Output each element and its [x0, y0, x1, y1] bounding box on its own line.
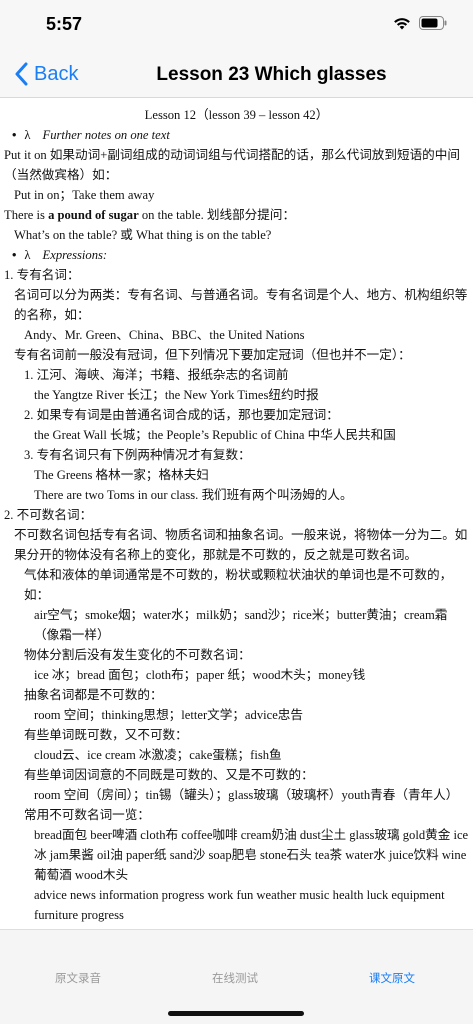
- example-line: The Greens 格林一家；格林夫妇: [34, 468, 209, 482]
- section-title: 1. 专有名词：: [4, 268, 80, 282]
- bullet-expressions: • λ Expressions:: [4, 245, 469, 265]
- example-line: Andy、Mr. Green、China、BBC、the United Nati…: [24, 328, 305, 342]
- bullet-title: Further notes on one text: [42, 128, 170, 142]
- paragraph: Put it on 如果动词+副词组成的动词词组与代词搭配的话，那么代词放到短语…: [4, 148, 460, 182]
- example-line: room 空间（房间）；tin锡（罐头）；glass玻璃（玻璃杯）youth青春…: [34, 788, 459, 802]
- example-line: bread面包 beer啤酒 cloth布 coffee咖啡 cream奶油 d…: [34, 828, 469, 882]
- tab-audio[interactable]: 原文录音: [55, 970, 101, 986]
- paragraph: 不可数名词包括专有名词、物质名词和抽象名词。一般来说，将物体一分为二。如果分开的…: [14, 528, 468, 562]
- page-title: Lesson 23 Which glasses: [156, 64, 387, 85]
- bold-text: a pound of sugar: [48, 208, 139, 222]
- bullet-dot-icon: •: [12, 128, 17, 142]
- example-line: air空气；smoke烟；water水；milk奶；sand沙；rice米；bu…: [34, 608, 448, 642]
- lesson-text: Lesson 12（lesson 39 – lesson 42） • λ Furth…: [0, 99, 473, 929]
- example-line: Put in on；Take them away: [14, 188, 155, 202]
- tab-bar: 原文录音 在线测试 课文原文: [0, 929, 473, 1024]
- status-time: 5:57: [46, 14, 83, 34]
- paragraph: 有些单词因词意的不同既是可数的、又是不可数的：: [24, 768, 314, 782]
- bullet-marker: λ: [24, 248, 31, 262]
- text-segment: There is: [4, 208, 49, 222]
- example-line: the Great Wall 长城；the People’s Republic …: [34, 428, 396, 442]
- example-line: cloud云、ice cream 冰激凌；cake蛋糕；fish鱼: [34, 748, 282, 762]
- paragraph: 专有名词前一般没有冠词，但下列情况下要加定冠词（但也并不一定）：: [14, 348, 411, 362]
- text-segment: on the table. 划线部分提问：: [138, 208, 296, 222]
- example-line: What’s on the table? 或 What thing is on …: [14, 228, 272, 242]
- bullet-title: Expressions:: [42, 248, 108, 262]
- battery-icon: [419, 16, 447, 30]
- list-item: 1. 江河、海峡、海洋；书籍、报纸杂志的名词前: [24, 368, 289, 382]
- navigation-bar: Back Lesson 23 Which glasses: [0, 52, 473, 98]
- paragraph: 抽象名词都是不可数的：: [24, 688, 163, 702]
- paragraph: 有些单词既可数，又不可数：: [24, 728, 188, 742]
- list-item: 2. 如果专有词是由普通名词合成的话，那也要加定冠词：: [24, 408, 339, 422]
- wifi-icon: [393, 16, 411, 30]
- example-line: room 空间；thinking思想；letter文学；advice忠告: [34, 708, 303, 722]
- tab-online-test[interactable]: 在线测试: [212, 970, 258, 986]
- paragraph: 名词可以分为两类：专有名词、与普通名词。专有名词是个人、地方、机构组织等的名称，…: [14, 288, 468, 322]
- bullet-marker: λ: [24, 128, 31, 142]
- lesson-heading: Lesson 12（lesson 39 – lesson 42）: [144, 108, 329, 122]
- section-title: 2. 不可数名词：: [4, 508, 93, 522]
- example-line: There are two Toms in our class. 我们班有两个叫…: [34, 488, 353, 502]
- list-item: 3. 专有名词只有下例两种情况才有复数：: [24, 448, 251, 462]
- example-line: the Yangtze River 长江；the New York Times纽…: [34, 388, 319, 402]
- paragraph: 常用不可数名词一览：: [24, 808, 150, 822]
- example-line: advice news information progress work fu…: [34, 888, 445, 922]
- example-line: ice 冰；bread 面包；cloth布；paper 纸；wood木头；mon…: [34, 668, 366, 682]
- tab-original-text[interactable]: 课文原文: [369, 970, 415, 986]
- paragraph: 气体和液体的单词通常是不可数的，粉状或颗粒状油状的单词也是不可数的，如：: [24, 568, 453, 602]
- status-icons: [393, 16, 447, 30]
- bullet-further-notes: • λ Further notes on one text: [4, 125, 469, 145]
- bullet-dot-icon: •: [12, 248, 17, 262]
- paragraph: 物体分割后没有发生变化的不可数名词：: [24, 648, 251, 662]
- status-bar: 5:57: [0, 0, 473, 52]
- home-indicator: [168, 1011, 304, 1016]
- paragraph: There is a pound of sugar on the table. …: [4, 205, 469, 225]
